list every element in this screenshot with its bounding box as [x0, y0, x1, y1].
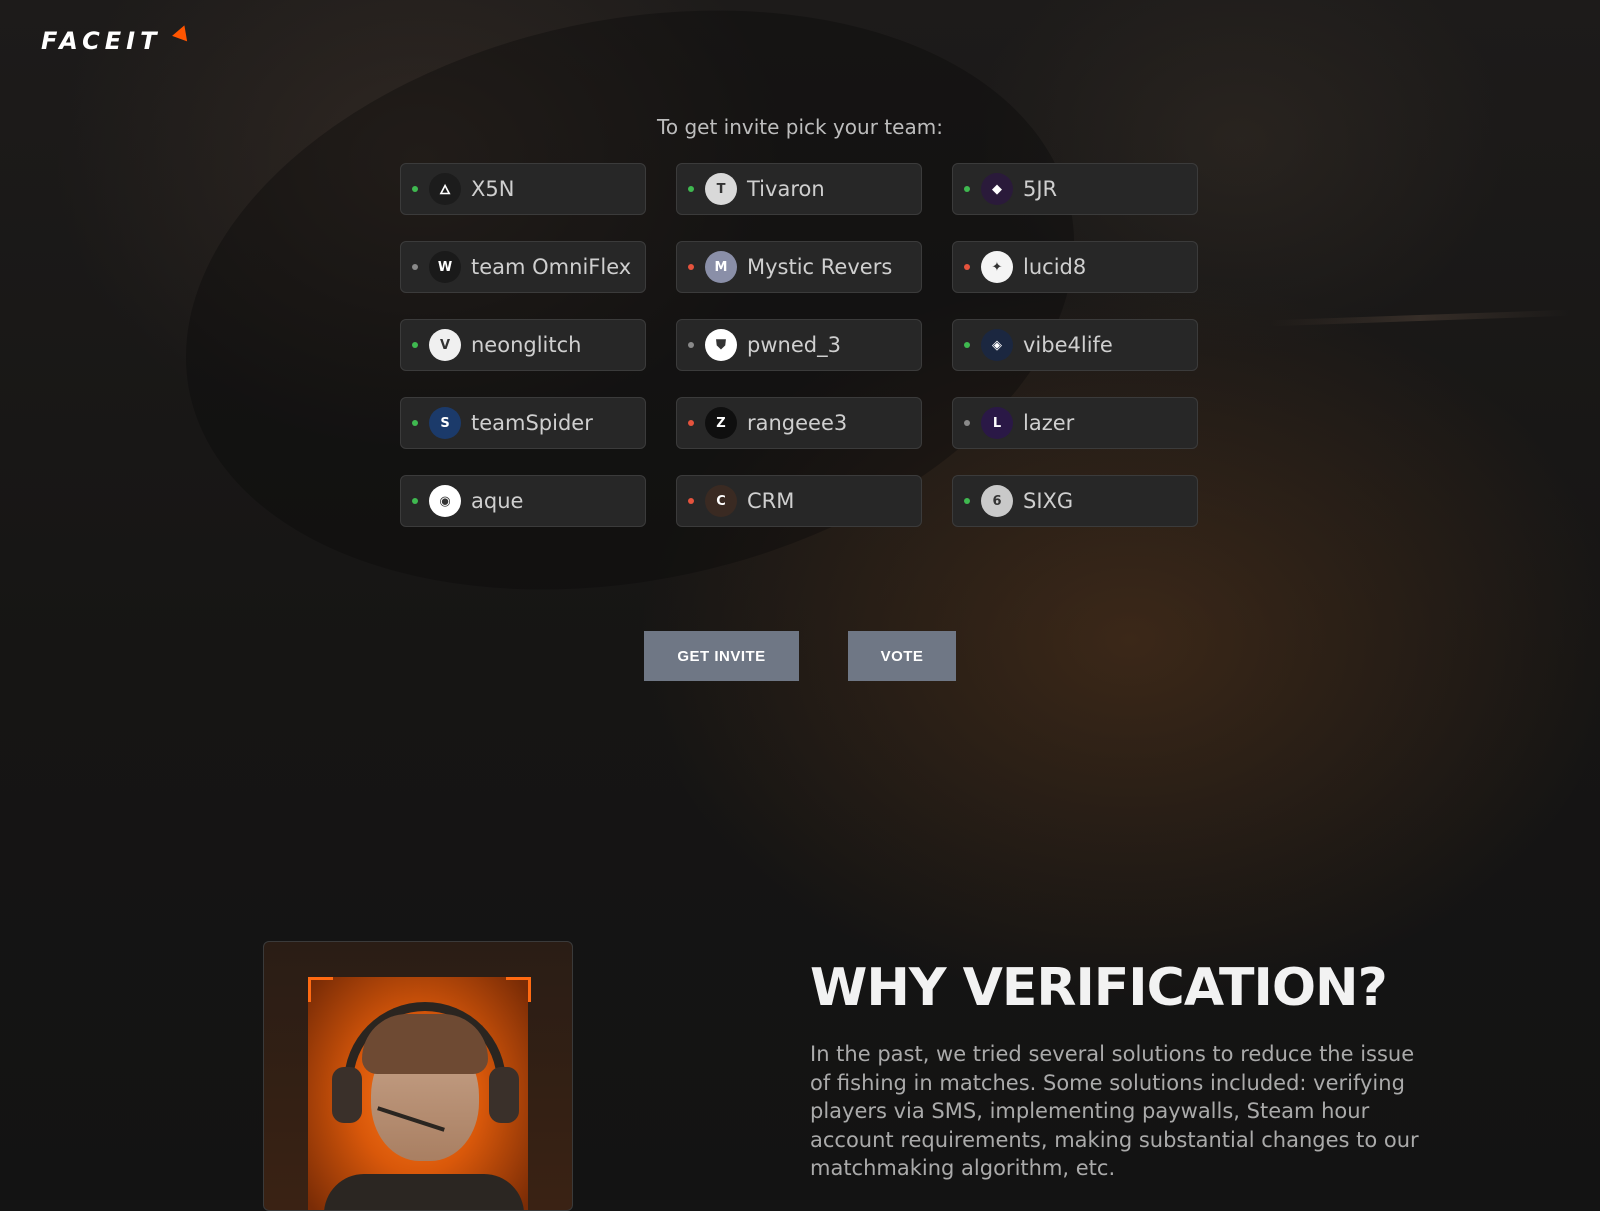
- team-option[interactable]: M Mystic Revers: [676, 241, 922, 293]
- team-name: vibe4life: [1023, 333, 1113, 357]
- status-dot-icon: [964, 186, 970, 192]
- team-option[interactable]: 6 SIXG: [952, 475, 1198, 527]
- status-dot-icon: [688, 186, 694, 192]
- team-option[interactable]: ◈ vibe4life: [952, 319, 1198, 371]
- team-option[interactable]: ✦ lucid8: [952, 241, 1198, 293]
- wings-logo-icon: W: [429, 251, 461, 283]
- status-dot-icon: [412, 342, 418, 348]
- red-v-shield-icon: V: [429, 329, 461, 361]
- headset-earcup-left: [332, 1067, 362, 1123]
- team-name: teamSpider: [471, 411, 593, 435]
- team-option[interactable]: ◆ 5JR: [952, 163, 1198, 215]
- pick-team-title: To get invite pick your team:: [657, 115, 943, 139]
- white-tiger-icon: 6: [981, 485, 1013, 517]
- why-verification-heading: WHY VERIFICATION?: [810, 958, 1388, 1018]
- status-dot-icon: [412, 420, 418, 426]
- team-name: pwned_3: [747, 333, 841, 357]
- z-diamond-icon: Z: [705, 407, 737, 439]
- status-dot-icon: [688, 420, 694, 426]
- vote-button[interactable]: VOTE: [848, 631, 956, 681]
- status-dot-icon: [688, 342, 694, 348]
- golden-helmet-icon: ⛊: [705, 329, 737, 361]
- status-dot-icon: [964, 420, 970, 426]
- team-name: Tivaron: [747, 177, 825, 201]
- status-dot-icon: [964, 342, 970, 348]
- team-option[interactable]: Wteam OmniFlex: [400, 241, 646, 293]
- team-name: 5JR: [1023, 177, 1058, 201]
- team-option[interactable]: T Tivaron: [676, 163, 922, 215]
- team-name: rangeee3: [747, 411, 848, 435]
- team-name: lucid8: [1023, 255, 1087, 279]
- faceit-logo[interactable]: FACEIT: [41, 22, 192, 56]
- why-verification-text: In the past, we tried several solutions …: [810, 1042, 1419, 1180]
- orange-tiger-icon: C: [705, 485, 737, 517]
- team-option[interactable]: ⛊ pwned_3: [676, 319, 922, 371]
- spider-figure-icon: S: [429, 407, 461, 439]
- team-option[interactable]: C CRM: [676, 475, 922, 527]
- team-option[interactable]: SteamSpider: [400, 397, 646, 449]
- team-name: lazer: [1023, 411, 1075, 435]
- purple-wolf-icon: L: [981, 407, 1013, 439]
- team-option[interactable]: Zrangeee3: [676, 397, 922, 449]
- team-grid: 🜂 X5N T Tivaron ◆ 5JR Wteam OmniFlex M Mystic Re…: [400, 163, 1200, 530]
- white-crab-icon: ✦: [981, 251, 1013, 283]
- purple-dragon-icon: ◆: [981, 173, 1013, 205]
- team-option[interactable]: Vneonglitch: [400, 319, 646, 371]
- agent-jacket: [324, 1174, 524, 1210]
- frame-corner-icon: [308, 977, 333, 1002]
- headset-earcup-right: [489, 1067, 519, 1123]
- team-option[interactable]: Llazer: [952, 397, 1198, 449]
- status-dot-icon: [964, 498, 970, 504]
- status-dot-icon: [688, 264, 694, 270]
- blue-eye-icon: ◉: [429, 485, 461, 517]
- mystic-figure-icon: M: [705, 251, 737, 283]
- team-name: X5N: [471, 177, 515, 201]
- team-name: SIXG: [1023, 489, 1074, 513]
- get-invite-button[interactable]: GET INVITE: [644, 631, 799, 681]
- status-dot-icon: [412, 186, 418, 192]
- agent-hair: [362, 1014, 488, 1074]
- background-highlight: [1269, 309, 1571, 327]
- blue-crest-icon: ◈: [981, 329, 1013, 361]
- team-name: Mystic Revers: [747, 255, 893, 279]
- status-dot-icon: [964, 264, 970, 270]
- status-dot-icon: [412, 498, 418, 504]
- team-option[interactable]: 🜂 X5N: [400, 163, 646, 215]
- logo-text: FACEIT: [41, 27, 162, 55]
- team-name: neonglitch: [471, 333, 582, 357]
- frame-corner-icon: [506, 977, 531, 1002]
- agent-portrait-card: [263, 941, 573, 1211]
- team-name: CRM: [747, 489, 795, 513]
- teal-t-logo-icon: T: [705, 173, 737, 205]
- status-dot-icon: [412, 264, 418, 270]
- team-name: aque: [471, 489, 524, 513]
- red-bird-emblem-icon: 🜂: [429, 173, 461, 205]
- status-dot-icon: [688, 498, 694, 504]
- team-name: team OmniFlex: [471, 255, 632, 279]
- team-option[interactable]: ◉ aque: [400, 475, 646, 527]
